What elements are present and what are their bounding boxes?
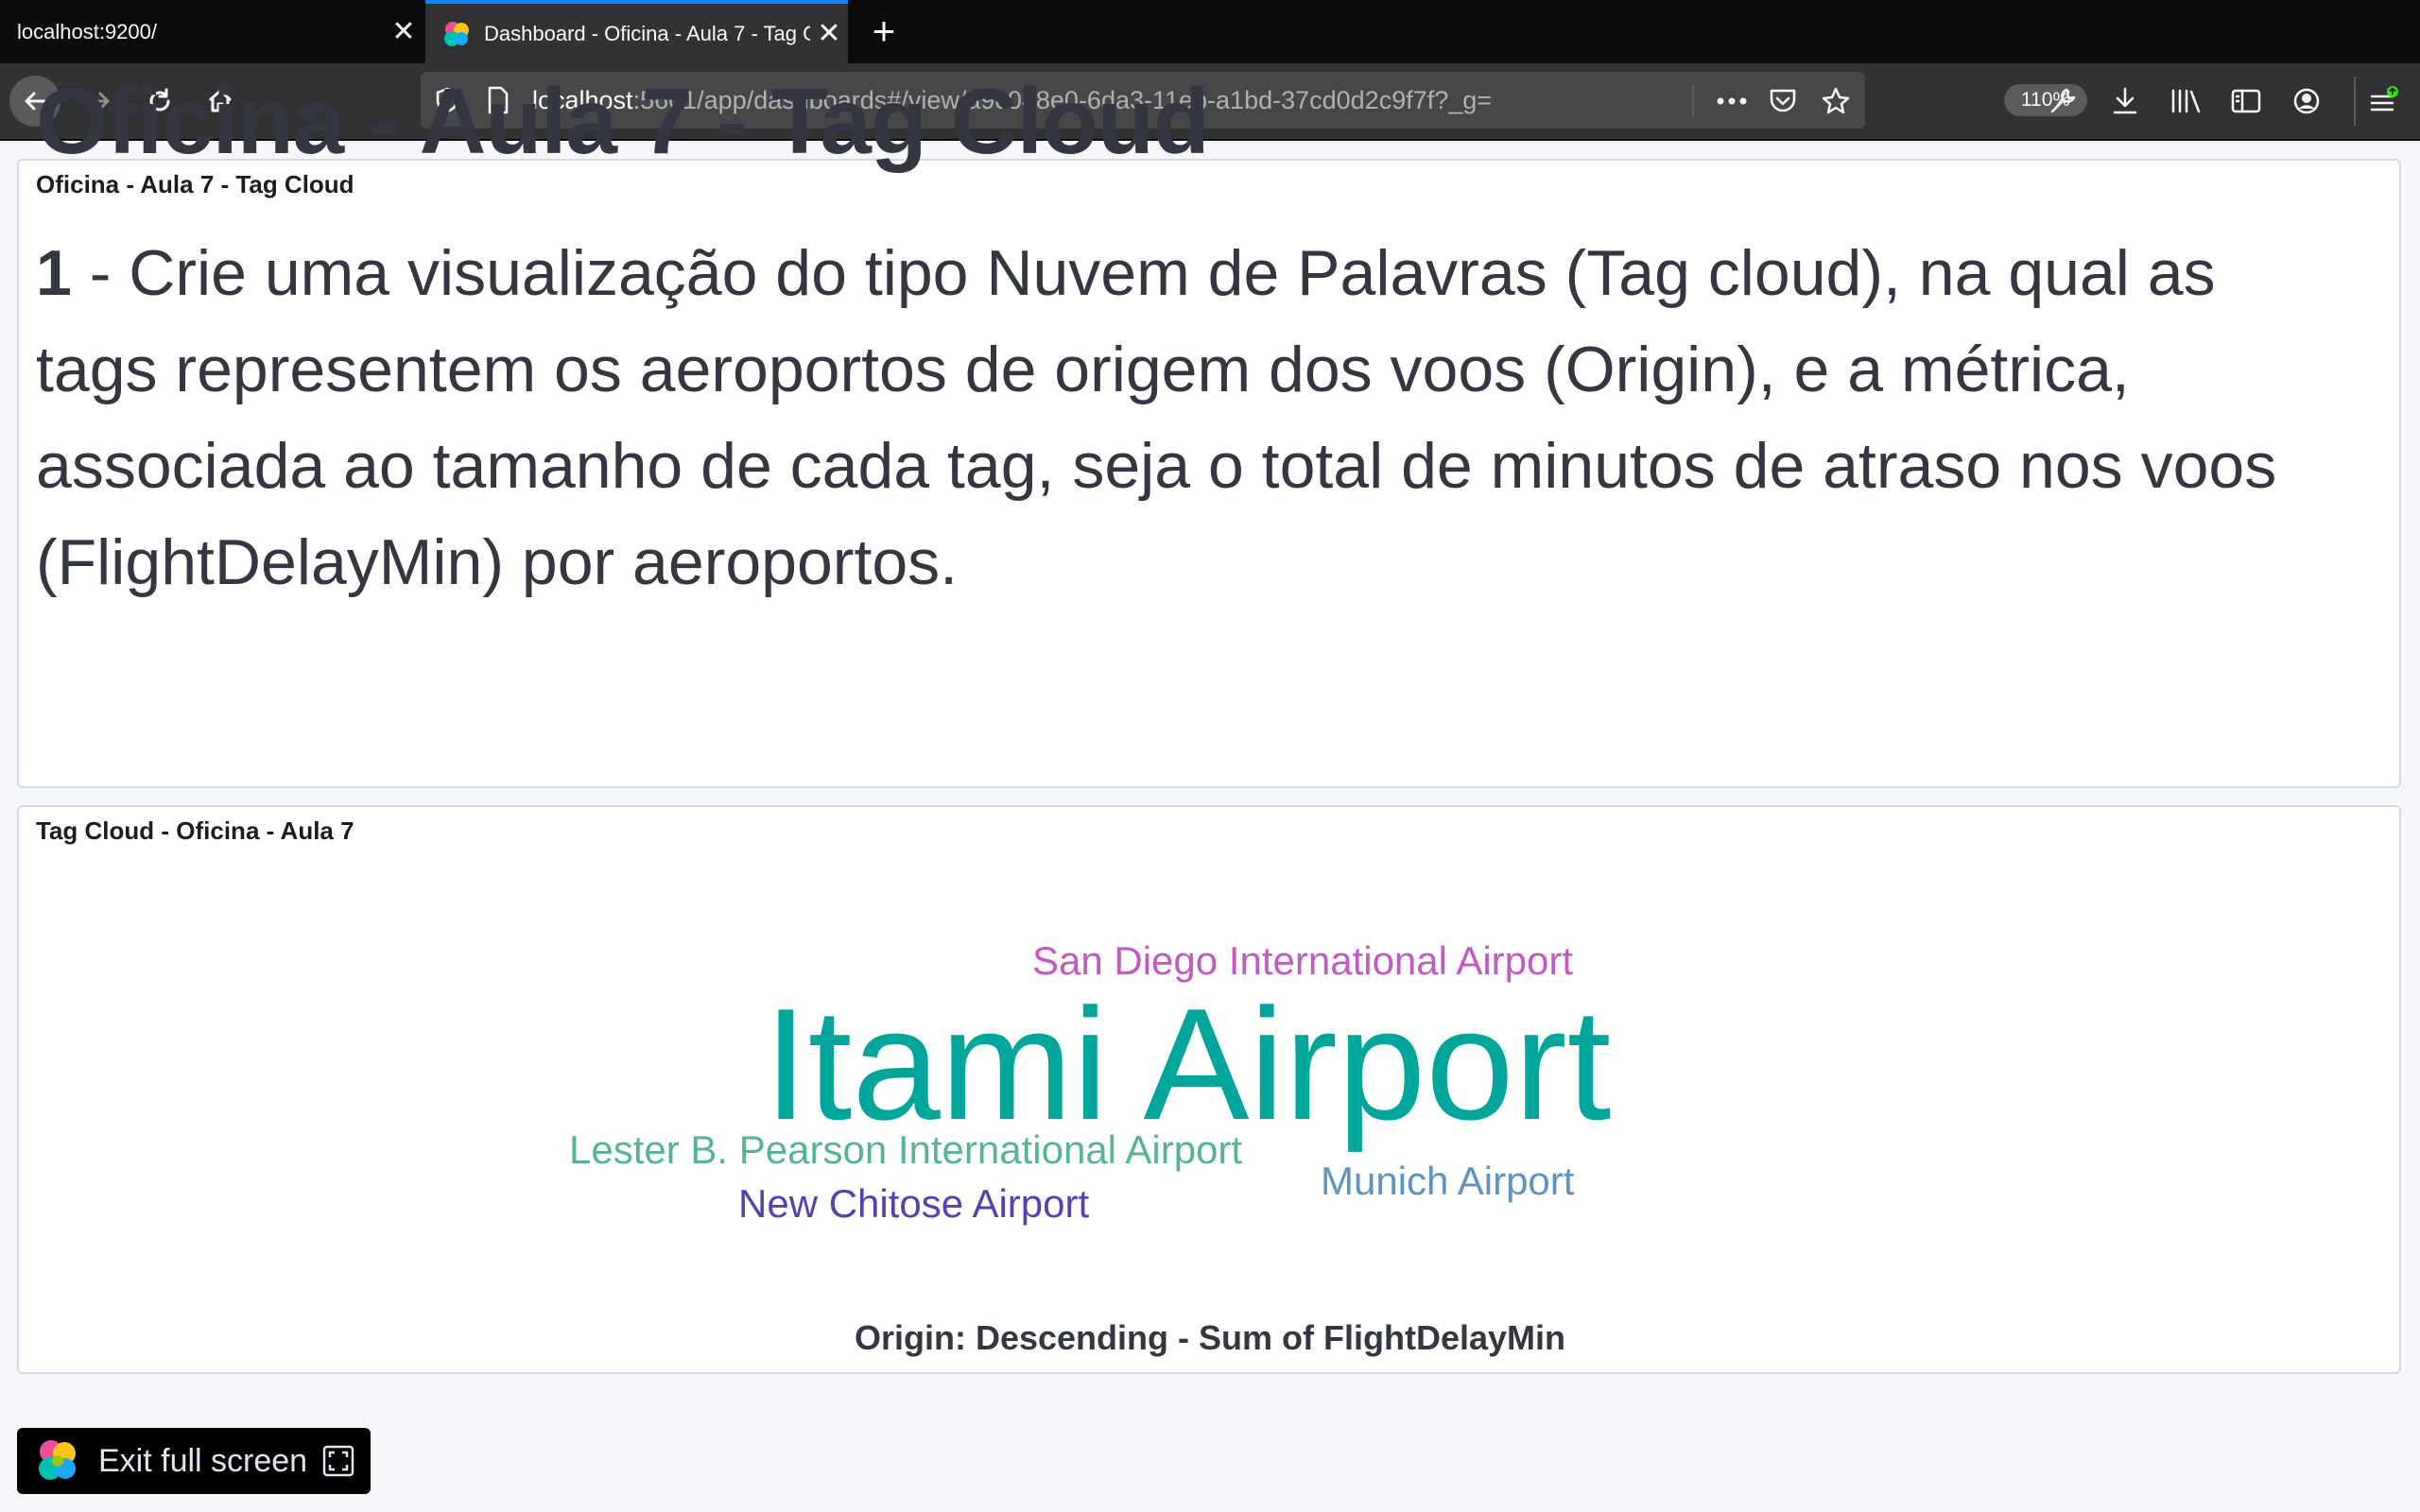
close-tab-icon[interactable]: ✕: [385, 15, 423, 48]
menu-icon[interactable]: [2365, 82, 2403, 120]
wrench-icon[interactable]: [2044, 82, 2082, 120]
download-icon[interactable]: [2106, 82, 2144, 120]
tagcloud-caption: Origin: Descending - Sum of FlightDelayM…: [854, 1318, 1566, 1357]
exit-fullscreen-button[interactable]: Exit full screen: [17, 1428, 371, 1494]
toolbar-divider: [2354, 77, 2356, 126]
panel-title: Tag Cloud - Oficina - Aula 7: [36, 816, 354, 845]
account-icon[interactable]: [2288, 82, 2325, 120]
markdown-heading: Oficina - Aula 7 - Tag Cloud: [36, 69, 1210, 173]
paragraph-number: 1: [36, 237, 72, 309]
elastic-logo-icon: [444, 21, 469, 46]
tag-new-chitose-airport[interactable]: New Chitose Airport: [738, 1181, 1089, 1227]
elastic-logo-icon: [39, 1440, 76, 1480]
tag-lester-b-pearson-international-airport[interactable]: Lester B. Pearson International Airport: [569, 1127, 1242, 1173]
url-bar-divider: [1692, 85, 1694, 117]
tab-bar: localhost:9200/ ✕ Dashboard - Oficina - …: [0, 0, 2420, 63]
pocket-icon[interactable]: [1764, 82, 1802, 120]
markdown-paragraph: 1 - Crie uma visualização do tipo Nuvem …: [36, 225, 2342, 610]
tab-title: Dashboard - Oficina - Aula 7 - Tag Cloud: [484, 21, 810, 45]
library-icon[interactable]: [2167, 82, 2204, 120]
sidebar-icon[interactable]: [2227, 82, 2265, 120]
exit-fullscreen-label: Exit full screen: [98, 1442, 308, 1479]
fullscreen-icon: [322, 1445, 354, 1477]
new-tab-button[interactable]: +: [860, 8, 908, 55]
star-icon[interactable]: [1817, 82, 1855, 120]
tab-localhost-9200[interactable]: localhost:9200/ ✕: [0, 0, 423, 63]
more-icon[interactable]: [1713, 82, 1751, 120]
close-tab-icon[interactable]: ✕: [810, 17, 848, 50]
tag-munich-airport[interactable]: Munich Airport: [1321, 1159, 1574, 1204]
tab-title: localhost:9200/: [17, 19, 157, 43]
tab-dashboard[interactable]: Dashboard - Oficina - Aula 7 - Tag Cloud…: [425, 0, 848, 63]
paragraph-text: - Crie uma visualização do tipo Nuvem de…: [36, 237, 2277, 598]
